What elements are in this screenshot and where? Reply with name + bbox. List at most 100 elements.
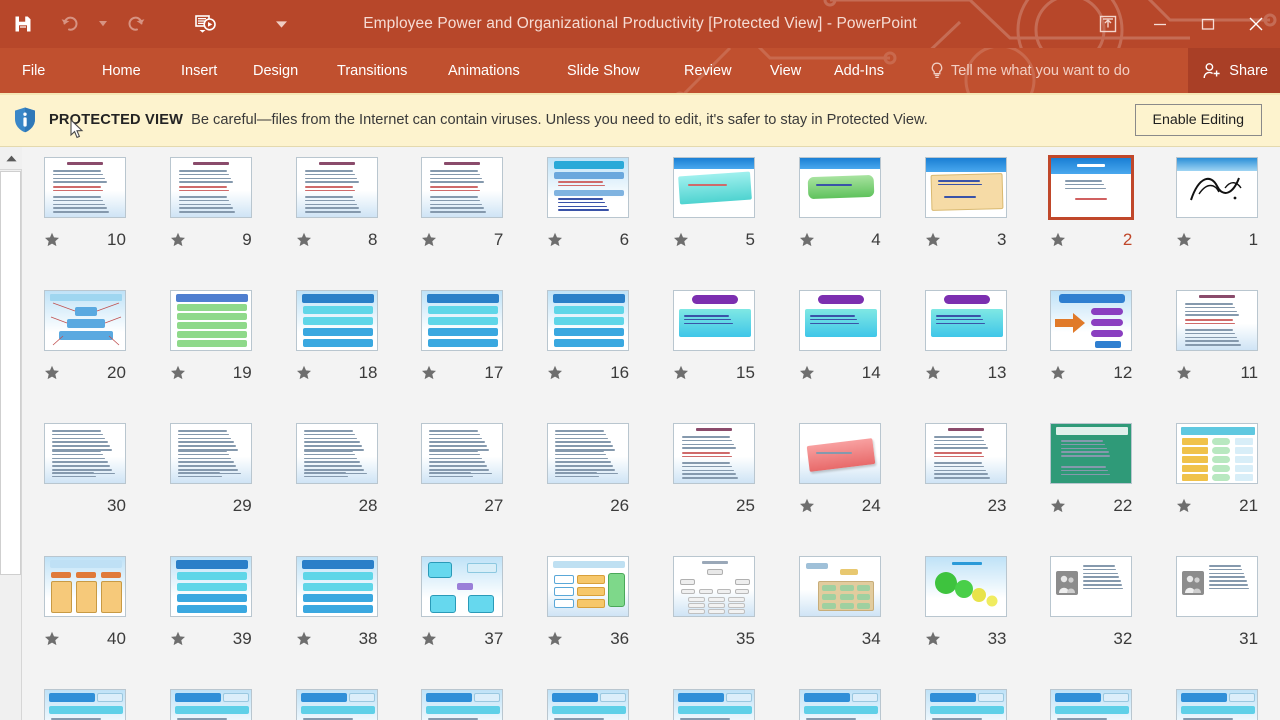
slide-thumbnail-image-wrap[interactable] — [168, 155, 254, 220]
slide-thumbnail-image-wrap[interactable] — [797, 687, 883, 720]
slide-thumbnail-image-wrap[interactable] — [168, 554, 254, 619]
slide-preview-34[interactable] — [798, 556, 881, 617]
slide-thumbnail-image-wrap[interactable] — [1048, 155, 1135, 220]
slide-preview-38[interactable] — [295, 556, 378, 617]
slide-thumbnail-image-wrap[interactable] — [797, 421, 883, 486]
slide-thumbnail-image-wrap[interactable] — [294, 155, 380, 220]
slide-thumbnail-image-wrap[interactable] — [671, 554, 757, 619]
slide-preview-28[interactable] — [295, 423, 378, 484]
slide-thumbnail-image-wrap[interactable] — [671, 288, 757, 353]
slide-thumbnail-12[interactable]: 12 — [1028, 288, 1154, 421]
slide-preview-29[interactable] — [169, 423, 252, 484]
slide-thumbnail-15[interactable]: 15 — [651, 288, 777, 421]
slide-thumbnail-13[interactable]: 13 — [903, 288, 1029, 421]
slide-preview-32[interactable] — [1050, 556, 1133, 617]
tab-transitions[interactable]: Transitions — [337, 48, 407, 93]
slide-thumbnail-image-wrap[interactable] — [419, 288, 505, 353]
slide-thumbnail-image-wrap[interactable] — [419, 421, 505, 486]
scrollbar-thumb[interactable] — [0, 171, 21, 575]
slide-thumbnail-45[interactable]: 45 — [651, 687, 777, 720]
slide-thumbnail-2[interactable]: 2 — [1028, 155, 1154, 288]
slide-preview-11[interactable] — [1176, 290, 1259, 351]
slide-preview-27[interactable] — [421, 423, 504, 484]
slide-thumbnail-image-wrap[interactable] — [1174, 554, 1260, 619]
slide-preview-15[interactable] — [672, 290, 755, 351]
tab-view[interactable]: View — [770, 48, 801, 93]
tab-animations[interactable]: Animations — [448, 48, 520, 93]
slide-thumbnail-24[interactable]: 24 — [777, 421, 903, 554]
slide-preview-50[interactable] — [43, 689, 126, 720]
restore-button[interactable] — [1184, 0, 1232, 48]
undo-dropdown-button[interactable] — [92, 0, 114, 48]
slide-thumbnail-41[interactable]: 41 — [1154, 687, 1280, 720]
slide-thumbnail-image-wrap[interactable] — [923, 554, 1009, 619]
slide-thumbnail-5[interactable]: 5 — [651, 155, 777, 288]
redo-button[interactable] — [114, 0, 160, 48]
slide-thumbnail-image-wrap[interactable] — [42, 554, 128, 619]
slide-preview-45[interactable] — [672, 689, 755, 720]
slide-preview-48[interactable] — [295, 689, 378, 720]
slide-thumbnail-36[interactable]: 36 — [525, 554, 651, 687]
slide-preview-47[interactable] — [421, 689, 504, 720]
slide-thumbnail-1[interactable]: 1 — [1154, 155, 1280, 288]
slide-thumbnail-40[interactable]: 40 — [22, 554, 148, 687]
slide-thumbnail-21[interactable]: 21 — [1154, 421, 1280, 554]
enable-editing-button[interactable]: Enable Editing — [1134, 103, 1262, 136]
slide-thumbnail-image-wrap[interactable] — [294, 554, 380, 619]
slide-preview-8[interactable] — [295, 157, 378, 218]
slide-preview-5[interactable] — [672, 157, 755, 218]
slide-thumbnail-43[interactable]: 43 — [903, 687, 1029, 720]
slide-thumbnail-18[interactable]: 18 — [274, 288, 400, 421]
slide-thumbnail-4[interactable]: 4 — [777, 155, 903, 288]
slide-preview-26[interactable] — [547, 423, 630, 484]
slide-thumbnail-34[interactable]: 34 — [777, 554, 903, 687]
tab-add-ins[interactable]: Add-Ins — [834, 48, 884, 93]
slide-thumbnail-20[interactable]: 20 — [22, 288, 148, 421]
slide-preview-31[interactable] — [1176, 556, 1259, 617]
tab-slide-show[interactable]: Slide Show — [567, 48, 640, 93]
slide-preview-40[interactable] — [43, 556, 126, 617]
slide-thumbnail-image-wrap[interactable] — [294, 288, 380, 353]
slide-thumbnail-image-wrap[interactable] — [1048, 687, 1134, 720]
slide-thumbnail-6[interactable]: 6 — [525, 155, 651, 288]
slide-thumbnail-14[interactable]: 14 — [777, 288, 903, 421]
slide-thumbnail-11[interactable]: 11 — [1154, 288, 1280, 421]
tab-design[interactable]: Design — [253, 48, 298, 93]
tab-review[interactable]: Review — [684, 48, 732, 93]
slide-thumbnail-image-wrap[interactable] — [923, 155, 1009, 220]
slide-thumbnail-image-wrap[interactable] — [294, 687, 380, 720]
slide-thumbnail-37[interactable]: 37 — [399, 554, 525, 687]
slide-thumbnail-25[interactable]: 25 — [651, 421, 777, 554]
slide-thumbnail-7[interactable]: 7 — [399, 155, 525, 288]
slide-thumbnail-image-wrap[interactable] — [42, 687, 128, 720]
slide-preview-10[interactable] — [43, 157, 126, 218]
slide-thumbnail-38[interactable]: 38 — [274, 554, 400, 687]
slide-thumbnail-10[interactable]: 10 — [22, 155, 148, 288]
slide-thumbnail-image-wrap[interactable] — [168, 421, 254, 486]
slide-thumbnail-image-wrap[interactable] — [671, 687, 757, 720]
vertical-scrollbar[interactable] — [0, 147, 22, 720]
slide-thumbnail-image-wrap[interactable] — [1048, 421, 1134, 486]
slide-preview-14[interactable] — [798, 290, 881, 351]
slide-thumbnail-9[interactable]: 9 — [148, 155, 274, 288]
slide-preview-25[interactable] — [672, 423, 755, 484]
slide-preview-4[interactable] — [798, 157, 881, 218]
slide-thumbnail-image-wrap[interactable] — [419, 554, 505, 619]
slide-thumbnail-35[interactable]: 35 — [651, 554, 777, 687]
slide-preview-23[interactable] — [924, 423, 1007, 484]
slide-grid[interactable]: 1 2 3 4 5 6 7 8 9 10 11 12 13 14 15 16 1… — [22, 147, 1280, 720]
slide-thumbnail-39[interactable]: 39 — [148, 554, 274, 687]
slide-thumbnail-image-wrap[interactable] — [42, 421, 128, 486]
slide-thumbnail-42[interactable]: 42 — [1028, 687, 1154, 720]
slide-preview-30[interactable] — [43, 423, 126, 484]
slide-thumbnail-3[interactable]: 3 — [903, 155, 1029, 288]
slide-thumbnail-image-wrap[interactable] — [168, 288, 254, 353]
start-presentation-button[interactable] — [182, 0, 228, 48]
slide-preview-44[interactable] — [798, 689, 881, 720]
slide-thumbnail-17[interactable]: 17 — [399, 288, 525, 421]
slide-preview-7[interactable] — [421, 157, 504, 218]
slide-preview-49[interactable] — [169, 689, 252, 720]
slide-thumbnail-image-wrap[interactable] — [419, 687, 505, 720]
slide-thumbnail-image-wrap[interactable] — [545, 155, 631, 220]
slide-preview-6[interactable] — [547, 157, 630, 218]
